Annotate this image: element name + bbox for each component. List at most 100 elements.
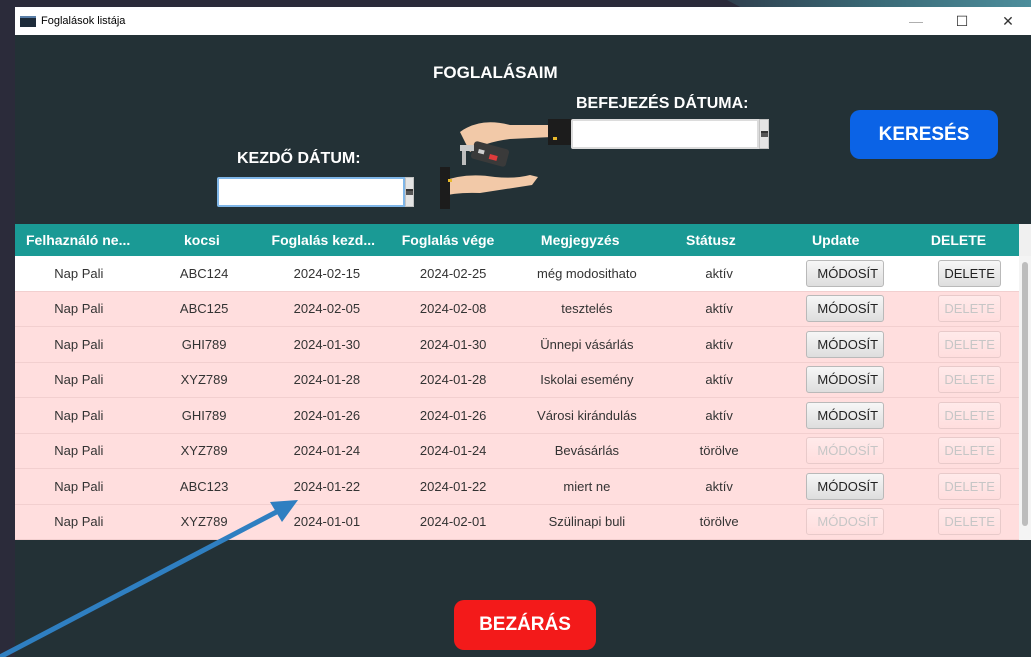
app-icon [20, 15, 36, 27]
start-date-label: KEZDŐ DÁTUM: [237, 150, 361, 167]
update-button[interactable]: MÓDOSÍT [806, 401, 885, 429]
cell-delete: DELETE [908, 401, 1031, 429]
table-row[interactable]: Nap Pali ABC124 2024-02-15 2024-02-25 még mo… [15, 256, 1031, 292]
cell-user: Nap Pali [54, 336, 104, 352]
cell-note: miert ne [563, 478, 611, 494]
end-date-label: BEFEJEZÉS DÁTUMA: [576, 95, 749, 112]
cell-delete: DELETE [908, 437, 1031, 465]
delete-button: DELETE [938, 472, 1002, 500]
cell-note: Szülinapi buli [548, 514, 626, 530]
close-button[interactable]: BEZÁRÁS [454, 600, 596, 650]
update-button[interactable]: MÓDOSÍT [806, 472, 885, 500]
cell-note: még modosithato [537, 265, 637, 281]
cell-start-date: 2024-01-30 [293, 336, 361, 352]
table-header: Felhaználó ne... kocsi Foglalás kezd... … [15, 224, 1031, 256]
cell-car: ABC125 [179, 301, 229, 317]
start-date-picker [217, 177, 414, 207]
cell-update: MÓDOSÍT [783, 295, 909, 323]
delete-button: DELETE [938, 437, 1002, 465]
cell-end-date: 2024-01-30 [419, 336, 487, 352]
cell-status: aktív [705, 478, 733, 494]
column-header-update[interactable]: Update [774, 232, 898, 248]
column-header-delete[interactable]: DELETE [898, 232, 1019, 248]
table-row[interactable]: Nap Pali GHI789 2024-01-30 2024-01-30 Ünnepi… [15, 327, 1031, 363]
calendar-icon [760, 131, 768, 137]
cell-end-date: 2024-02-08 [419, 301, 487, 317]
cell-delete: DELETE [908, 472, 1031, 500]
cell-end-date: 2024-01-26 [419, 407, 487, 423]
delete-button: DELETE [938, 401, 1002, 429]
column-header-note[interactable]: Megjegyzés [512, 232, 648, 248]
window-controls: — ☐ ✕ [893, 7, 1031, 35]
table-row[interactable]: Nap Pali XYZ789 2024-01-28 2024-01-28 Iskola… [15, 362, 1031, 398]
update-button[interactable]: MÓDOSÍT [806, 295, 885, 323]
car-key-handover-illustration [440, 119, 580, 209]
cell-car: GHI789 [181, 336, 227, 352]
cell-start-date: 2024-02-15 [293, 265, 361, 281]
cell-car: ABC124 [179, 265, 229, 281]
column-header-start[interactable]: Foglalás kezd... [263, 232, 384, 248]
cell-note: Ünnepi vásárlás [540, 336, 634, 352]
cell-end-date: 2024-01-22 [419, 478, 487, 494]
cell-update: MÓDOSÍT [783, 401, 909, 429]
cell-note: Iskolai esemény [540, 372, 634, 388]
end-date-picker [571, 119, 769, 149]
cell-status: törölve [699, 514, 739, 530]
table-scrollbar[interactable] [1019, 256, 1031, 540]
window-title: Foglalások listája [41, 15, 126, 27]
cell-car: XYZ789 [180, 443, 228, 459]
start-date-calendar-button[interactable] [405, 177, 414, 207]
annotation-arrow [0, 500, 298, 657]
table-row[interactable]: Nap Pali GHI789 2024-01-26 2024-01-26 Városi… [15, 398, 1031, 434]
delete-button: DELETE [938, 295, 1002, 323]
cell-start-date: 2024-01-26 [293, 407, 361, 423]
cell-note: Városi kirándulás [537, 407, 637, 423]
cell-car: GHI789 [181, 407, 227, 423]
minimize-button[interactable]: — [893, 7, 939, 35]
delete-button: DELETE [938, 330, 1002, 358]
cell-end-date: 2024-02-01 [419, 514, 487, 530]
cell-start-date: 2024-01-24 [293, 443, 361, 459]
cell-status: aktív [705, 265, 733, 281]
start-date-input[interactable] [217, 177, 405, 207]
cell-end-date: 2024-02-25 [419, 265, 487, 281]
column-header-user[interactable]: Felhaználó ne... [15, 232, 141, 248]
cell-start-date: 2024-02-05 [293, 301, 361, 317]
update-button[interactable]: MÓDOSÍT [806, 366, 885, 394]
calendar-icon [406, 189, 413, 195]
update-button: MÓDOSÍT [806, 437, 885, 465]
scrollbar-thumb[interactable] [1022, 262, 1028, 526]
column-header-status[interactable]: Státusz [648, 232, 773, 248]
cell-note: tesztelés [561, 301, 613, 317]
delete-button[interactable]: DELETE [938, 259, 1002, 287]
cell-start-date: 2024-01-28 [293, 372, 361, 388]
table-row[interactable]: Nap Pali XYZ789 2024-01-24 2024-01-24 Bevásá… [15, 433, 1031, 469]
close-window-button[interactable]: ✕ [985, 7, 1031, 35]
search-button[interactable]: KERESÉS [850, 110, 998, 159]
cell-update: MÓDOSÍT [783, 472, 909, 500]
column-header-car[interactable]: kocsi [141, 232, 262, 248]
cell-car: XYZ789 [180, 372, 228, 388]
cell-user: Nap Pali [54, 407, 104, 423]
table-header-corner [1019, 224, 1031, 256]
cell-update: MÓDOSÍT [783, 437, 909, 465]
delete-button: DELETE [938, 366, 1002, 394]
update-button[interactable]: MÓDOSÍT [806, 330, 885, 358]
table-row[interactable]: Nap Pali ABC125 2024-02-05 2024-02-08 teszte… [15, 291, 1031, 327]
delete-button: DELETE [938, 508, 1002, 536]
end-date-input[interactable] [571, 119, 759, 149]
cell-update: MÓDOSÍT [783, 259, 909, 287]
column-header-end[interactable]: Foglalás vége [384, 232, 512, 248]
cell-delete: DELETE [908, 330, 1031, 358]
maximize-button[interactable]: ☐ [939, 7, 985, 35]
update-button[interactable]: MÓDOSÍT [806, 259, 885, 287]
cell-user: Nap Pali [54, 372, 104, 388]
cell-user: Nap Pali [54, 443, 104, 459]
update-button: MÓDOSÍT [806, 508, 885, 536]
cell-status: aktív [705, 336, 733, 352]
cell-note: Bevásárlás [554, 443, 620, 459]
cell-delete: DELETE [908, 508, 1031, 536]
cell-update: MÓDOSÍT [783, 366, 909, 394]
end-date-calendar-button[interactable] [759, 119, 769, 149]
cell-status: aktív [705, 301, 733, 317]
